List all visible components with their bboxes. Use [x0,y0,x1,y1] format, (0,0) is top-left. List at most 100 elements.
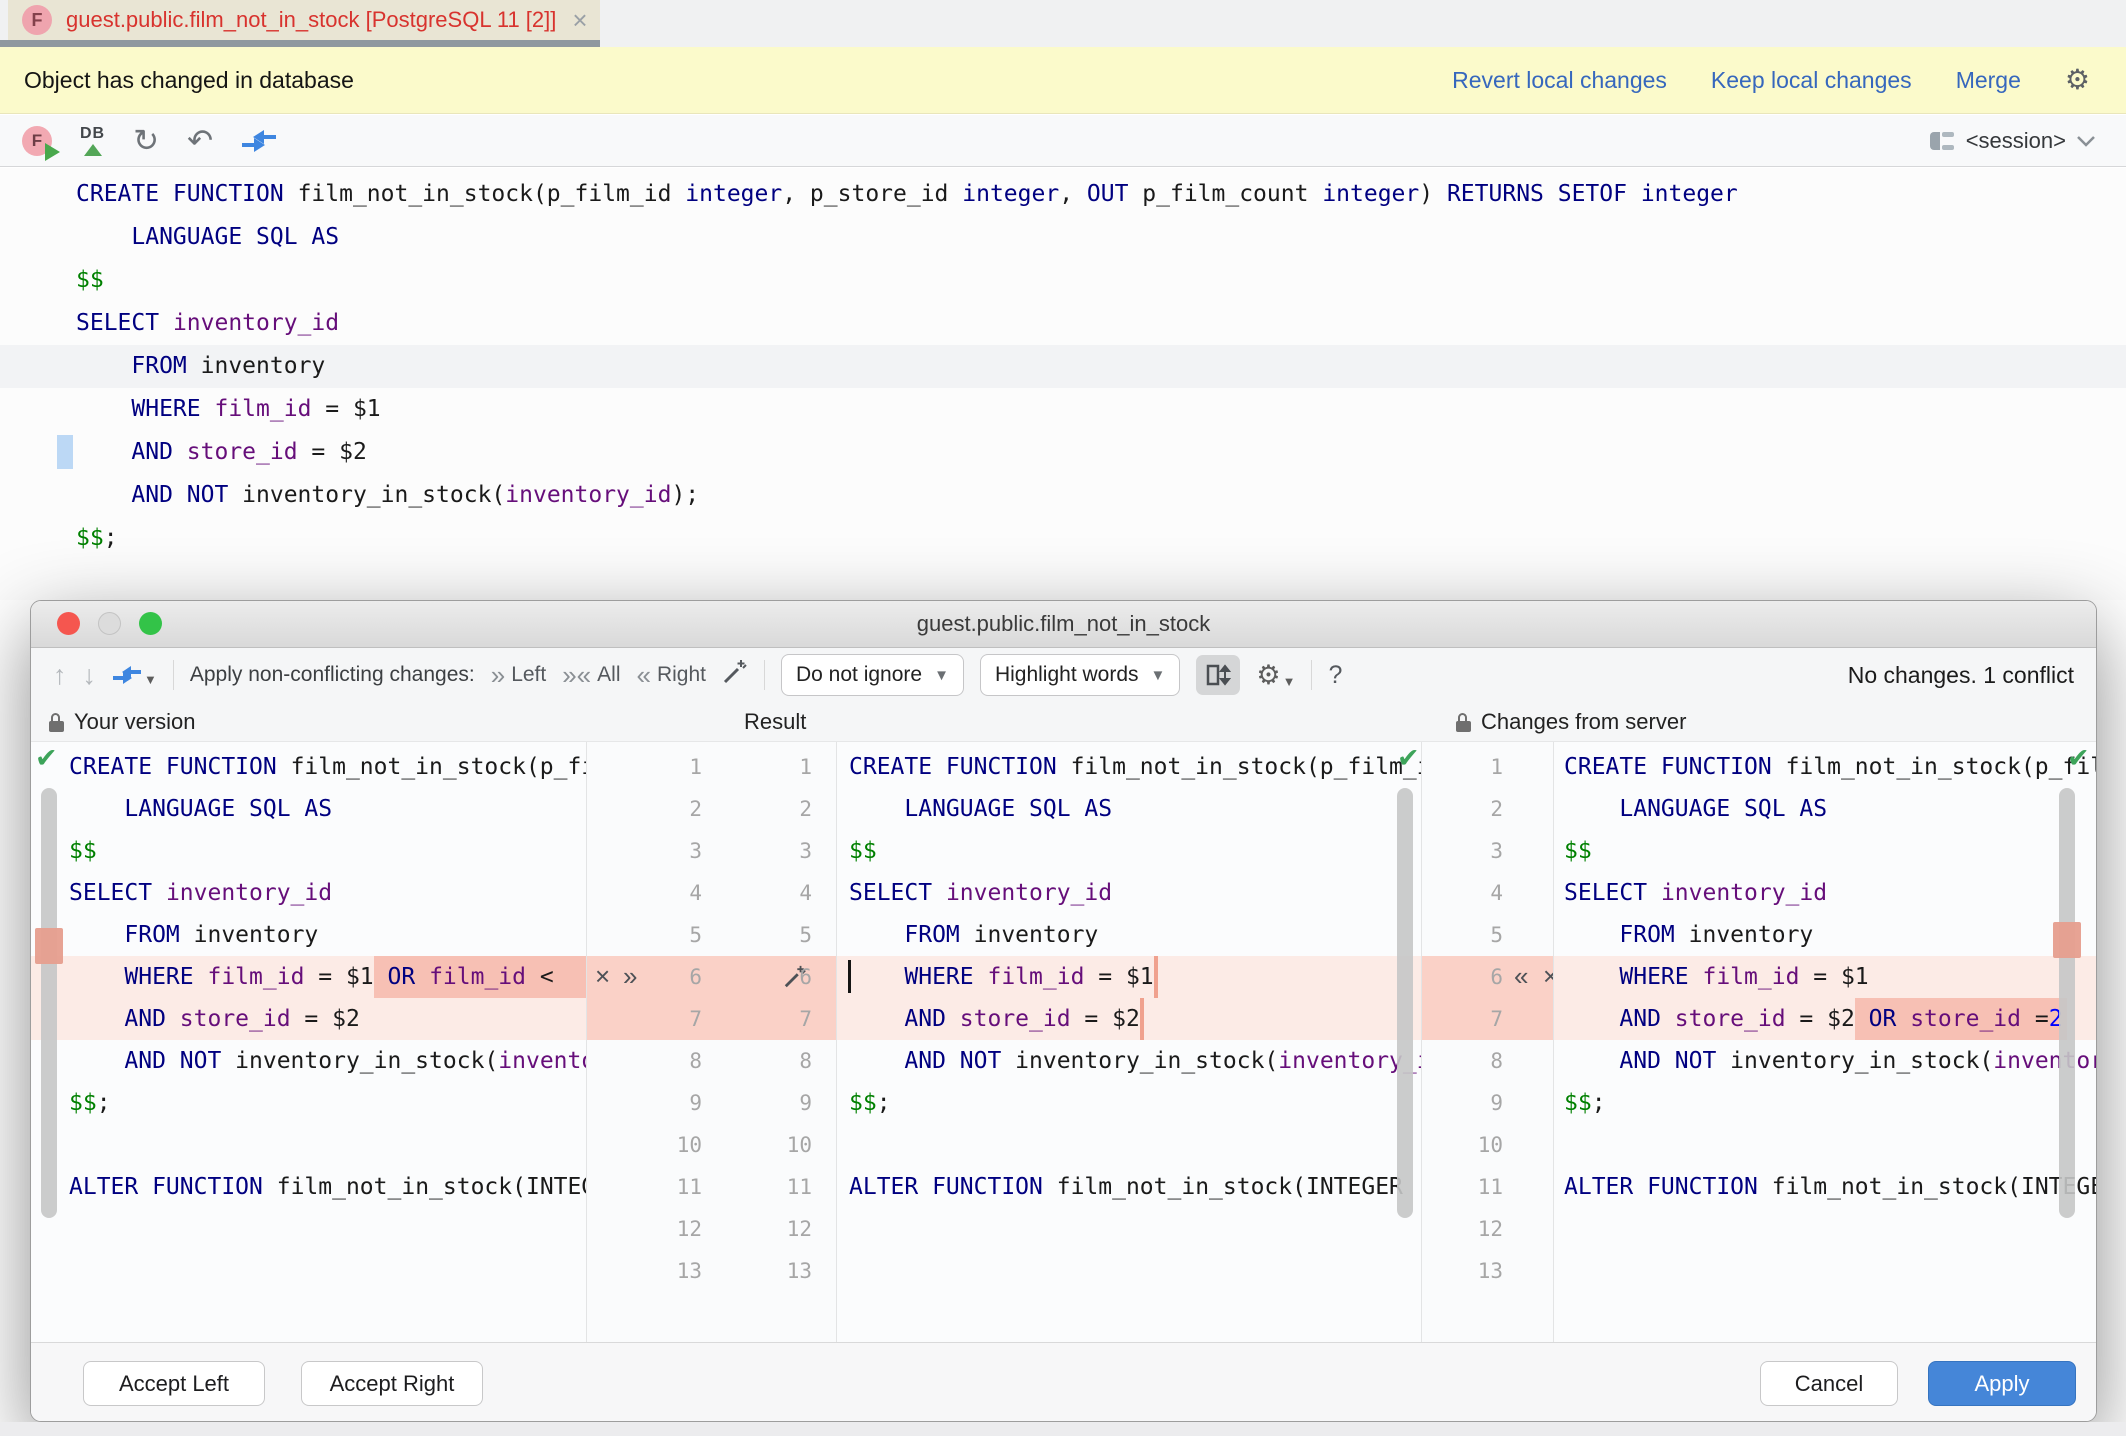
apply-all-button[interactable]: »« All [562,662,620,688]
line-number: 8 [642,1040,702,1082]
compare-icon[interactable] [241,123,277,159]
line-number: 10 [752,1124,812,1166]
line-number: 10 [1443,1124,1503,1166]
conflict-status-text: No changes. 1 conflict [1848,662,2074,689]
session-label: <session> [1966,128,2066,154]
code-line: $$; [849,1082,891,1124]
your-version-pane[interactable]: CREATE FUNCTION film_not_in_stock(p_film… [31,742,586,1342]
line-number: 3 [1443,830,1503,872]
submit-to-database-button[interactable]: DB [80,123,105,159]
apply-nonconflicting-label: Apply non-conflicting changes: [190,663,475,687]
accept-right-button[interactable]: Accept Right [301,1361,483,1406]
refresh-icon[interactable]: ↻ [133,123,159,159]
result-pane[interactable]: CREATE FUNCTION film_not_in_stock(p_film… [837,742,1421,1342]
code-line: WHERE film_id = $1 OR film_id < [69,956,554,998]
previous-change-button[interactable]: ↑ [53,662,67,689]
apply-right-button[interactable]: « Right [636,662,706,688]
line-number: 13 [642,1250,702,1292]
line-number: 7 [752,998,812,1040]
tab-film-not-in-stock[interactable]: F guest.public.film_not_in_stock [Postgr… [8,0,600,40]
line-number: 1 [1443,746,1503,788]
code-line: ALTER FUNCTION film_not_in_stock(INTEGER [69,1166,586,1208]
apply-button[interactable]: Apply [1928,1361,2076,1406]
highlight-mode-select[interactable]: Highlight words ▼ [980,654,1180,696]
session-icon [1928,130,1956,152]
fit-height-icon [1205,662,1231,688]
revert-local-changes-link[interactable]: Revert local changes [1452,67,1667,94]
line-number: 12 [642,1208,702,1250]
collapse-unchanged-toggle[interactable] [1196,655,1240,695]
right-accepted-check-icon: ✔ [2067,745,2090,772]
line-number: 3 [642,830,702,872]
code-line: $$; [1564,1082,1606,1124]
code-line: LANGUAGE SQL AS [1564,788,1827,830]
gear-icon: ⚙ [1256,662,1280,689]
code-line: AND NOT inventory_in_stock(inventory_id)… [849,1040,1421,1082]
line-number: 12 [752,1208,812,1250]
play-icon [45,143,60,161]
code-line: SELECT inventory_id [849,872,1112,914]
code-line: $$; [69,1082,111,1124]
ignore-right-change-icon[interactable]: × [1543,956,1554,998]
line-number: 10 [642,1124,702,1166]
code-line: FROM inventory [76,345,325,387]
merge-link[interactable]: Merge [1956,67,2021,94]
left-conflict-scroll-marker[interactable] [35,928,63,964]
result-pane-header: Result [744,702,806,742]
banner-gear-icon[interactable]: ⚙ [2065,66,2090,94]
minimize-window-button[interactable] [98,612,121,635]
magic-resolve-button[interactable] [722,659,748,691]
compare-mode-button[interactable]: ▼ [112,663,157,687]
merge-dialog: guest.public.film_not_in_stock ↑ ↓ ▼ App… [30,600,2097,1422]
line-number: 9 [1443,1082,1503,1124]
apply-left-button[interactable]: » Left [491,662,547,688]
code-line: WHERE film_id = $1 [849,956,1154,998]
code-line: CREATE FUNCTION film_not_in_stock(p_film… [76,173,1738,215]
accept-left-button[interactable]: Accept Left [83,1361,265,1406]
cancel-button[interactable]: Cancel [1760,1361,1898,1406]
editor-toolbar: F DB ↻ ↶ <session> [0,115,2126,167]
dialog-footer: Accept Left Accept Right Cancel Apply [31,1342,2096,1422]
lock-icon [1456,713,1471,732]
accept-right-change-icon[interactable]: « [1514,956,1528,998]
code-line: ALTER FUNCTION film_not_in_stock(INTEGER [849,1166,1403,1208]
ignore-policy-select[interactable]: Do not ignore ▼ [781,654,964,696]
code-line: WHERE film_id = $1 [76,388,381,430]
line-number: 4 [1443,872,1503,914]
close-window-button[interactable] [57,612,80,635]
zoom-window-button[interactable] [139,612,162,635]
ignore-left-change-icon[interactable]: × [595,956,610,998]
line-number: 11 [752,1166,812,1208]
keep-local-changes-link[interactable]: Keep local changes [1711,67,1912,94]
code-line: ALTER FUNCTION film_not_in_stock(INTEGER [1564,1166,2097,1208]
code-line: FROM inventory [69,914,318,956]
rollback-icon[interactable]: ↶ [187,123,213,159]
code-line: CREATE FUNCTION film_not_in_stock(p_film… [69,746,586,788]
merge-editors: CREATE FUNCTION film_not_in_stock(p_film… [31,742,2096,1342]
sql-editor[interactable]: CREATE FUNCTION film_not_in_stock(p_film… [0,168,2126,600]
server-changes-pane[interactable]: CREATE FUNCTION film_not_in_stock(p_film… [1554,742,2097,1342]
left-pane-scrollbar[interactable] [41,788,57,1218]
right-conflict-scroll-marker[interactable] [2053,922,2081,958]
session-chooser[interactable]: <session> [1928,128,2096,154]
left-accepted-check-icon: ✔ [35,745,58,772]
next-change-button[interactable]: ↓ [83,662,97,689]
line-number: 7 [1443,998,1503,1040]
code-line: $$ [69,830,97,872]
result-accepted-check-icon: ✔ [1397,745,1420,772]
dialog-title-bar[interactable]: guest.public.film_not_in_stock [31,601,2096,648]
accept-left-change-icon[interactable]: » [623,956,637,998]
tab-close-icon[interactable]: × [572,7,587,33]
right-pane-header: Changes from server [1456,702,1686,742]
function-icon: F [22,5,52,35]
help-button[interactable]: ? [1328,661,1342,690]
run-function-button[interactable]: F [22,123,52,159]
code-line: FROM inventory [1564,914,1813,956]
code-line: LANGUAGE SQL AS [849,788,1112,830]
merge-settings-button[interactable]: ⚙ ▼ [1256,662,1295,689]
ide-window: F guest.public.film_not_in_stock [Postgr… [0,0,2126,1436]
line-number: 11 [1443,1166,1503,1208]
result-pane-scrollbar[interactable] [1397,788,1413,1218]
right-pane-scrollbar[interactable] [2059,788,2075,1218]
banner-message: Object has changed in database [24,67,354,94]
